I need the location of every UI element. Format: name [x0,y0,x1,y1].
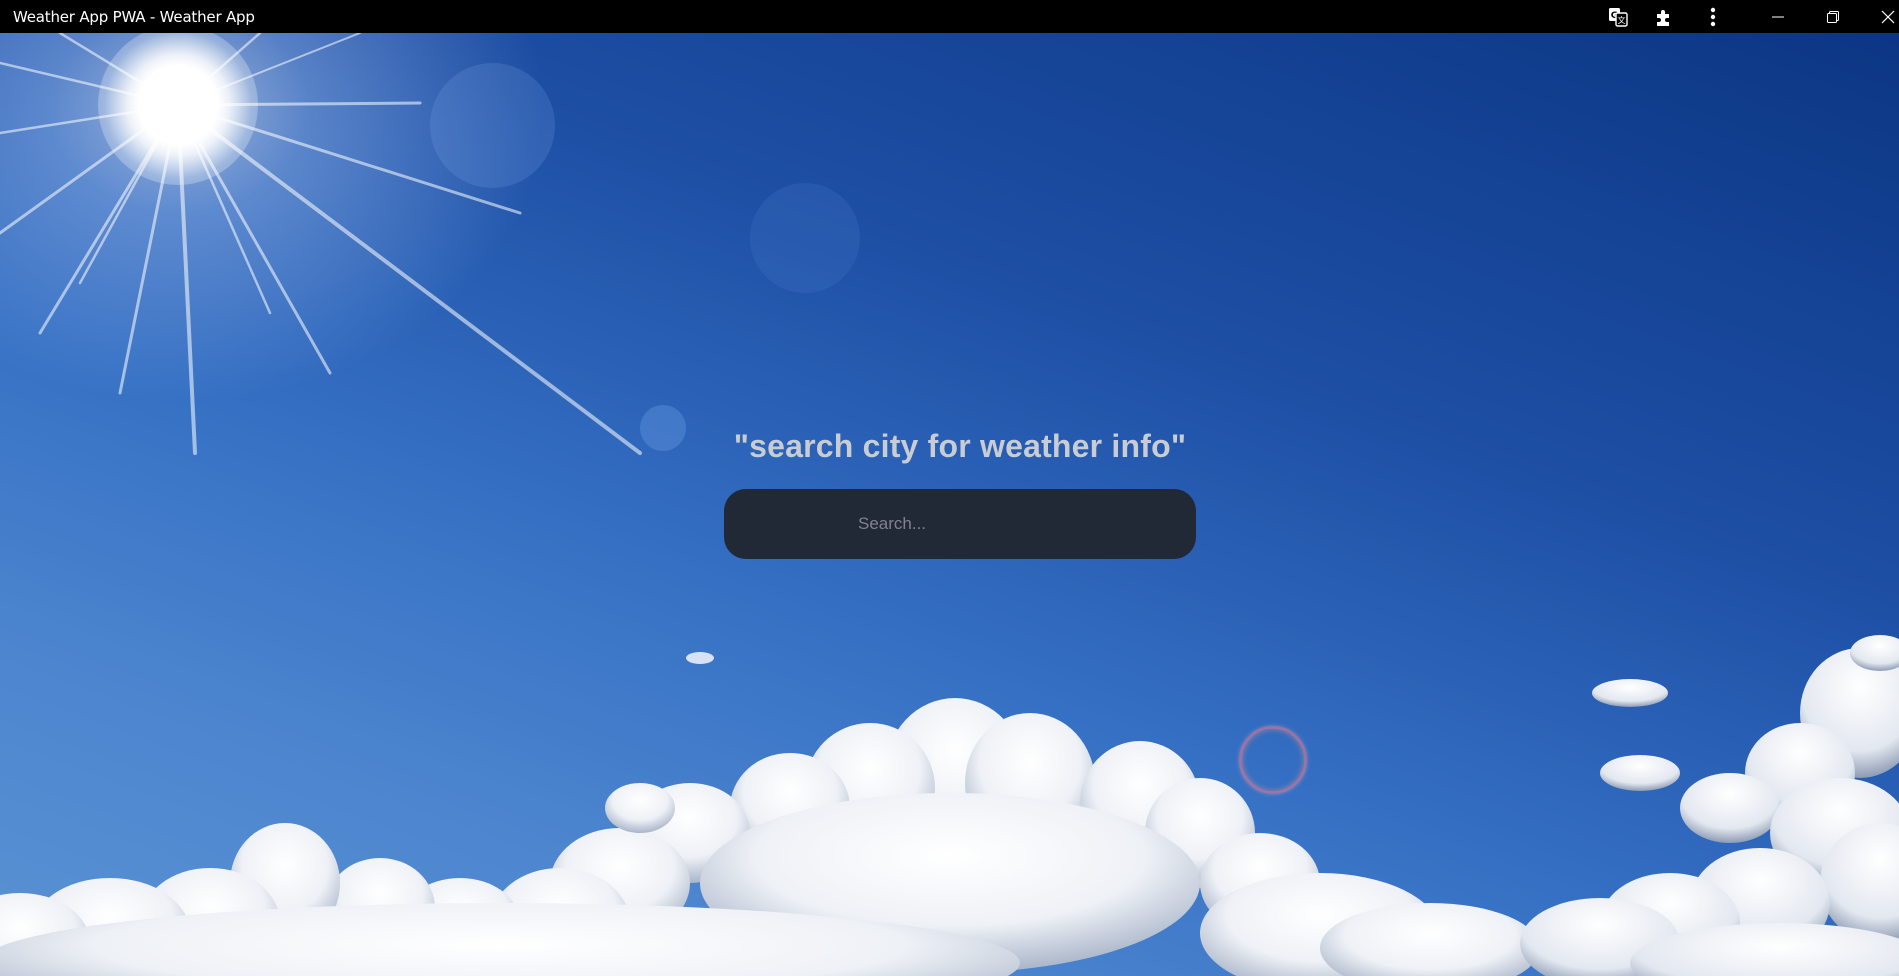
search-input[interactable] [858,511,1158,537]
window-title: Weather App PWA - Weather App [13,8,255,26]
search-box[interactable] [724,489,1196,559]
page-heading: "search city for weather info" [733,428,1187,464]
minimize-icon[interactable] [1765,4,1791,30]
svg-text:文: 文 [1618,15,1626,25]
restore-icon[interactable] [1820,4,1846,30]
title-bar: Weather App PWA - Weather App G 文 [0,0,1899,33]
translate-icon[interactable]: G 文 [1605,4,1631,30]
more-menu-icon[interactable] [1700,4,1726,30]
clouds [0,635,1899,976]
close-icon[interactable] [1875,4,1899,30]
extensions-icon[interactable] [1651,4,1677,30]
app-window: Weather App PWA - Weather App G 文 "searc… [0,0,1899,976]
